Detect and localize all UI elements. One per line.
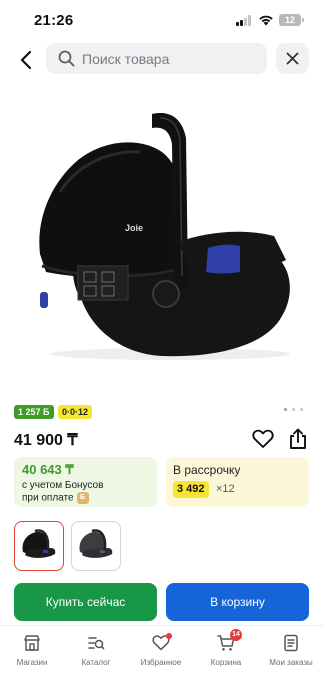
share-button[interactable] — [288, 428, 308, 450]
tab-label: Избранное — [140, 658, 182, 667]
installment-card[interactable]: В рассрочку 3 492 ×12 — [166, 457, 309, 507]
installment-term: ×12 — [216, 483, 235, 495]
tab-label: Магазин — [16, 658, 48, 667]
bonus-price-card[interactable]: 40 643 ₸ с учетом Бонусов при оплате Б — [14, 457, 157, 507]
heart-icon — [252, 429, 274, 448]
product-price: 41 900 ₸ — [14, 432, 78, 449]
close-icon — [286, 52, 299, 65]
search-input[interactable] — [82, 43, 262, 74]
catalog-icon — [88, 637, 105, 650]
product-image[interactable]: Joie — [20, 96, 320, 366]
tab-orders[interactable]: Мои заказы — [259, 634, 323, 678]
buy-now-button[interactable]: Купить сейчас — [14, 583, 157, 621]
car-seat-thumbnail — [79, 529, 113, 558]
carousel-dot-active[interactable] — [284, 408, 287, 411]
shop-icon — [24, 635, 40, 651]
tab-label: Мои заказы — [269, 658, 313, 667]
bonus-caption: с учетом Бонусов при оплате Б — [22, 480, 152, 505]
thumbnail-variant-black[interactable] — [14, 521, 64, 571]
share-icon — [290, 428, 306, 449]
carousel-dot[interactable] — [300, 408, 303, 411]
tab-favorites[interactable]: Избранное — [129, 633, 193, 678]
add-to-cart-button[interactable]: В корзину — [166, 583, 309, 621]
orders-icon — [284, 634, 298, 652]
close-button[interactable] — [276, 43, 309, 74]
status-bar: 21:26 12 — [0, 0, 323, 40]
tab-label: Корзина — [210, 658, 242, 667]
installment-title: В рассрочку — [173, 463, 241, 477]
tab-label: Каталог — [81, 658, 111, 667]
search-header — [0, 40, 323, 80]
bottom-tab-bar: Магазин Каталог Избранное 14 Корзина Мои… — [0, 625, 323, 699]
bonus-caption-line2: при оплате — [22, 492, 74, 504]
bonus-caption-line1: с учетом Бонусов — [22, 480, 104, 491]
bonus-price: 40 643 ₸ — [22, 462, 74, 477]
favorites-notification-dot — [166, 633, 172, 639]
tab-cart[interactable]: 14 Корзина — [194, 629, 258, 678]
carousel-dots — [284, 408, 308, 412]
favorite-button[interactable] — [252, 429, 274, 449]
tab-catalog[interactable]: Каталог — [64, 634, 128, 678]
car-seat-thumbnail — [22, 529, 56, 558]
carousel-dot[interactable] — [292, 408, 295, 411]
chevron-left-icon — [20, 50, 32, 70]
signal-icon — [236, 15, 253, 26]
bonus-coin-icon: Б — [76, 492, 89, 504]
search-box[interactable] — [46, 43, 267, 74]
installment-amount: 3 492 — [173, 481, 209, 498]
search-icon — [58, 50, 75, 67]
back-button[interactable] — [12, 46, 40, 74]
battery-icon: 12 — [279, 14, 304, 26]
bonus-badge: 1 257 Б — [14, 405, 54, 419]
installment-badge: 0·0·12 — [58, 405, 93, 419]
brand-logo: Joie — [125, 223, 143, 233]
wifi-icon — [259, 15, 273, 26]
tab-shop[interactable]: Магазин — [0, 634, 64, 678]
cart-count-badge: 14 — [230, 629, 242, 641]
thumbnail-variant-grey[interactable] — [71, 521, 121, 571]
status-time: 21:26 — [34, 12, 74, 29]
